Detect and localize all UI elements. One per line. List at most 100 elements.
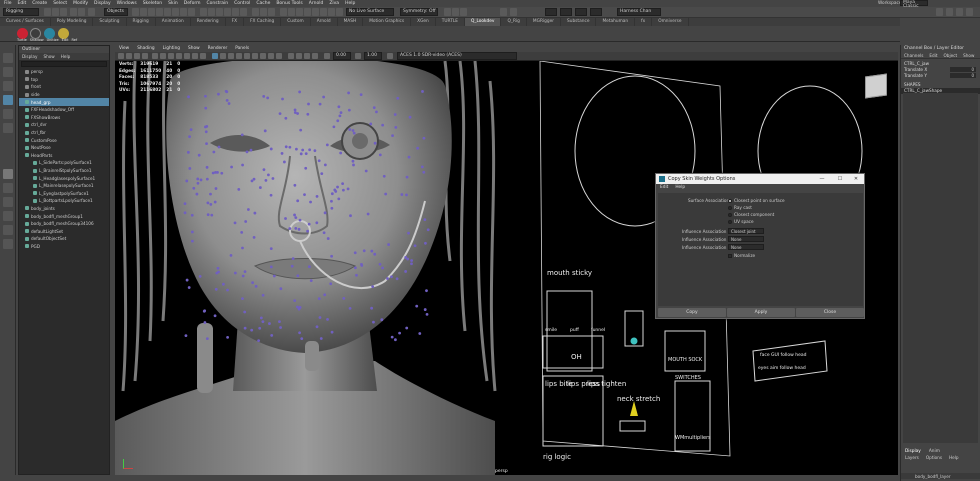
menu-set-dropdown[interactable]: Rigging (3, 8, 39, 16)
camera-attr-icon[interactable] (126, 53, 132, 59)
dof-icon[interactable] (276, 53, 282, 59)
menu-item-windows[interactable]: Windows (117, 1, 137, 6)
textured-icon[interactable] (228, 53, 234, 59)
cb-attr-value[interactable]: 0 (950, 67, 976, 72)
menu-item-ziva[interactable]: Ziva (329, 1, 339, 6)
view-cube[interactable] (865, 73, 887, 99)
shelf-tab[interactable]: Arnold (311, 18, 338, 26)
safe-action-icon[interactable] (192, 53, 198, 59)
menu-item-cache[interactable]: Cache (256, 1, 270, 6)
motion-blur-icon[interactable] (260, 53, 266, 59)
camera-select-icon[interactable] (118, 53, 124, 59)
outliner-item[interactable]: persp (19, 68, 109, 76)
shelf-tab[interactable]: Sculpting (93, 18, 127, 26)
outliner-item[interactable]: L_HeadglasespolySurface1 (19, 174, 109, 182)
bookmark-icon[interactable] (134, 53, 140, 59)
menu-item-file[interactable]: File (4, 1, 12, 6)
grid-icon[interactable] (152, 53, 158, 59)
select-joints-icon[interactable] (140, 8, 147, 16)
menu-item-skin[interactable]: Skin (168, 1, 178, 6)
influence-3-dropdown[interactable]: None (728, 244, 764, 250)
outliner-item[interactable]: body_bodfl_meshGroup1 (19, 212, 109, 220)
workspace-dropdown[interactable]: Maya Classic (900, 0, 928, 9)
outliner-item[interactable]: ctrl_fbr (19, 129, 109, 137)
viewport-menu-view[interactable]: View (119, 46, 129, 51)
select-deformers-icon[interactable] (164, 8, 171, 16)
minimize-icon[interactable]: — (816, 174, 828, 184)
shelf-tab[interactable]: TURTLE (436, 18, 465, 26)
attribute-editor-toggle-icon[interactable] (946, 8, 953, 16)
side-by-side-layout-icon[interactable] (3, 197, 13, 207)
image-plane-icon[interactable] (142, 53, 148, 59)
ao-icon[interactable] (252, 53, 258, 59)
select-surfaces-icon[interactable] (156, 8, 163, 16)
cb-menu-channels[interactable]: Channels (904, 52, 923, 58)
outliner-menu-help[interactable]: Help (61, 53, 71, 60)
viewport-menu-panels[interactable]: Panels (235, 46, 249, 51)
close-window-icon[interactable]: ✕ (850, 174, 862, 184)
field-chart-icon[interactable] (184, 53, 190, 59)
new-scene-icon[interactable] (44, 8, 51, 16)
normalize-checkbox[interactable]: Normalize (728, 253, 755, 258)
z-field[interactable] (575, 8, 587, 16)
exposure-icon[interactable] (324, 53, 330, 59)
rotate-tool-icon[interactable] (3, 109, 13, 119)
lasso-tool-icon[interactable] (3, 67, 13, 77)
move-tool-icon[interactable] (3, 95, 13, 105)
layer-menu-layers[interactable]: Layers (905, 455, 919, 460)
xray-joints-icon[interactable] (304, 53, 310, 59)
menu-item-display[interactable]: Display (94, 1, 111, 6)
arnold-render-icon[interactable] (320, 8, 327, 16)
ipr-render-icon[interactable] (296, 8, 303, 16)
outliner-layout-icon[interactable] (3, 239, 13, 249)
soft-select-icon[interactable] (500, 8, 507, 16)
paint-select-icon[interactable] (3, 81, 13, 91)
shelf-tab[interactable]: Q_Lookdev (464, 18, 502, 26)
outliner-item[interactable]: L_MainrelasepolySurface1 (19, 182, 109, 190)
menu-item-bonus-tools[interactable]: Bonus Tools (276, 1, 302, 6)
outliner-menu-display[interactable]: Display (22, 53, 37, 60)
outliner-item[interactable]: head_grp (19, 98, 109, 106)
four-view-layout-icon[interactable] (3, 183, 13, 193)
view-transform-dropdown[interactable]: ACES 1.0 SDR-video (ACES) (397, 52, 517, 60)
redo-icon[interactable] (78, 8, 85, 16)
layer-row[interactable]: body_bodfl_layer (901, 473, 980, 479)
outliner-item[interactable]: L_EyeglastpolySurface1 (19, 190, 109, 198)
influence-2-dropdown[interactable]: None (728, 236, 764, 242)
menu-item-skeleton[interactable]: Skeleton (143, 1, 162, 6)
cb-menu-object[interactable]: Object (943, 52, 957, 58)
shelf-tab[interactable]: XGen (411, 18, 436, 26)
x-field[interactable] (545, 8, 557, 16)
exposure-field[interactable]: 0.00 (333, 52, 351, 60)
shelf-tab[interactable]: FX Caching (244, 18, 282, 26)
gamma-field[interactable]: 1.00 (364, 52, 382, 60)
outliner-item[interactable]: body_joints (19, 205, 109, 213)
viewport-menu-renderer[interactable]: Renderer (208, 46, 228, 51)
paint-weights-icon[interactable] (444, 8, 451, 16)
dialog-menu-edit[interactable]: Edit (660, 184, 668, 191)
selected-control[interactable] (630, 337, 638, 345)
shelf-tab[interactable]: Metahuman (596, 18, 636, 26)
persp-outliner-layout-icon[interactable] (3, 225, 13, 235)
lights-icon[interactable] (236, 53, 242, 59)
smooth-shade-icon[interactable] (220, 53, 226, 59)
select-curves-icon[interactable] (148, 8, 155, 16)
symmetry-dropdown[interactable]: Symmetry: Off (400, 8, 438, 16)
tool-settings-toggle-icon[interactable] (956, 8, 963, 16)
outliner-item[interactable]: L_BrainrelStpolySurface1 (19, 167, 109, 175)
aa-icon[interactable] (268, 53, 274, 59)
w-field[interactable] (590, 8, 602, 16)
outliner-item[interactable]: top (19, 76, 109, 84)
menu-item-control[interactable]: Control (234, 1, 250, 6)
copy-button[interactable]: Copy (658, 308, 726, 317)
shadows-icon[interactable] (244, 53, 250, 59)
shelf-tab[interactable]: MGRigger (527, 18, 561, 26)
isolate-select-icon[interactable] (288, 53, 294, 59)
dialog-menu-help[interactable]: Help (675, 184, 685, 191)
radio-uv-space[interactable]: UV space (728, 219, 754, 224)
menu-item-select[interactable]: Select (53, 1, 67, 6)
xray-icon[interactable] (452, 8, 459, 16)
cb-attr-row[interactable]: Translate Y 0 (901, 73, 980, 79)
shelf-tab[interactable]: Curves / Surfaces (0, 18, 51, 26)
cb-menu-edit[interactable]: Edit (929, 52, 937, 58)
